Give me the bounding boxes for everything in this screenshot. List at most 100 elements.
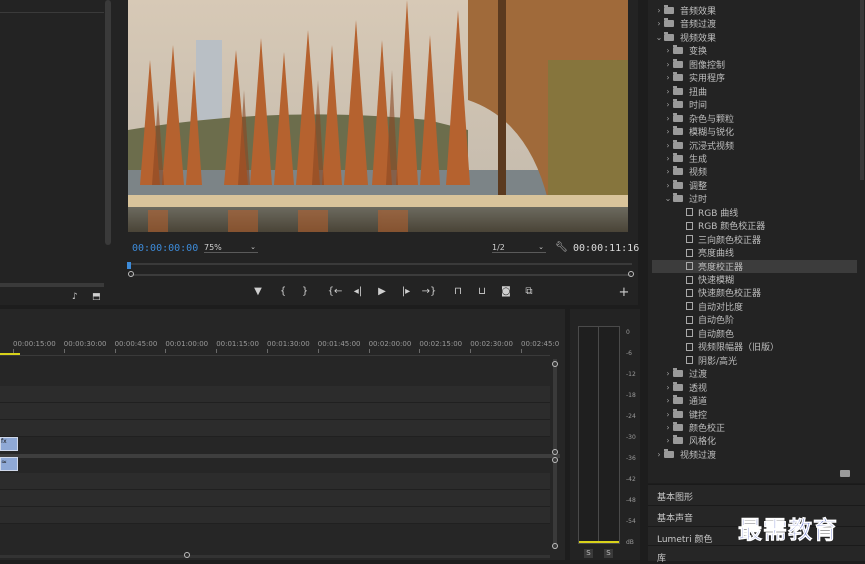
current-timecode[interactable]: 00:00:00:00 [132,243,198,254]
chevron-right-icon[interactable]: › [663,60,673,69]
video-track[interactable] [0,403,550,420]
effect-item[interactable]: 自动色阶 [652,313,857,326]
effects-folder[interactable]: › 视频过渡 [652,448,857,461]
h-scrollbar[interactable] [0,555,550,558]
effect-item[interactable]: 自动对比度 [652,300,857,313]
video-track[interactable] [0,386,550,403]
effects-scrollbar[interactable] [860,0,864,180]
effects-folder[interactable]: › 杂色与颗粒 [652,112,857,125]
effect-item[interactable]: 亮度校正器 [652,259,857,273]
effects-folder[interactable]: ⌄ 过时 [652,192,857,205]
mark-out-button[interactable]: } [296,286,314,297]
solo-right-button[interactable]: S [604,549,613,558]
lift-button[interactable]: ⊓ [449,286,467,297]
export-frame-button[interactable]: ◙ [497,286,515,297]
effects-folder[interactable]: › 变换 [652,44,857,57]
effects-folder[interactable]: ⌄ 视频效果 [652,31,857,44]
go-to-in-button[interactable]: {← [326,286,344,297]
zoom-select[interactable]: 75% ⌄ [204,243,258,253]
effects-folder[interactable]: › 透视 [652,381,857,394]
resolution-select[interactable]: 1/2 ⌄ [492,243,546,253]
effects-folder[interactable]: › 过渡 [652,367,857,380]
effect-item[interactable]: 亮度曲线 [652,246,857,259]
chevron-right-icon[interactable]: › [663,167,673,176]
panel-essential-graphics[interactable]: 基本图形 [648,484,865,505]
go-to-out-button[interactable]: →} [420,286,438,297]
h-scrollbar[interactable] [0,283,104,287]
scroll-handle[interactable] [552,543,558,549]
chevron-right-icon[interactable]: › [654,19,664,28]
chevron-right-icon[interactable]: › [663,154,673,163]
scroll-handle[interactable] [552,449,558,455]
music-icon[interactable]: ♪ [72,292,78,302]
effects-folder[interactable]: › 时间 [652,98,857,111]
chevron-right-icon[interactable]: › [663,383,673,392]
play-button[interactable]: ▶ [373,286,391,297]
effects-folder[interactable]: › 扭曲 [652,85,857,98]
effect-item[interactable]: RGB 颜色校正器 [652,219,857,232]
effects-folder[interactable]: › 颜色校正 [652,421,857,434]
effect-item[interactable]: 快速颜色校正器 [652,286,857,299]
chevron-right-icon[interactable]: › [663,410,673,419]
new-bin-icon[interactable] [840,470,850,477]
audio-track[interactable] [0,507,550,524]
chevron-down-icon[interactable]: ⌄ [654,33,664,42]
effect-item[interactable]: 快速模糊 [652,273,857,286]
scroll-handle[interactable] [552,457,558,463]
audio-clip[interactable]: ≈ [0,457,18,471]
scrollbar[interactable] [105,0,111,245]
wrench-icon[interactable]: 🔧︎ [555,242,568,253]
zoom-handle-left[interactable] [128,271,134,277]
chevron-right-icon[interactable]: › [663,141,673,150]
solo-left-button[interactable]: S [584,549,593,558]
audio-track[interactable] [0,473,550,490]
chevron-right-icon[interactable]: › [663,73,673,82]
step-back-button[interactable]: ◂| [349,286,367,297]
step-forward-button[interactable]: |▸ [397,286,415,297]
effect-item[interactable]: 阴影/高光 [652,354,857,367]
effects-folder[interactable]: › 键控 [652,408,857,421]
effects-folder[interactable]: › 音频过渡 [652,17,857,30]
import-icon[interactable]: ⬒ [92,292,101,302]
effects-folder[interactable]: › 调整 [652,179,857,192]
h-scroll-handle[interactable] [184,552,190,558]
zoom-handle-right[interactable] [628,271,634,277]
chevron-right-icon[interactable]: › [663,396,673,405]
effects-folder[interactable]: › 生成 [652,152,857,165]
effects-folder[interactable]: › 实用程序 [652,71,857,84]
effects-folder[interactable]: › 风格化 [652,434,857,447]
chevron-right-icon[interactable]: › [663,423,673,432]
effect-item[interactable]: 自动颜色 [652,327,857,340]
chevron-right-icon[interactable]: › [663,114,673,123]
effect-item[interactable]: 三向颜色校正器 [652,233,857,246]
effects-folder[interactable]: › 模糊与锐化 [652,125,857,138]
chevron-right-icon[interactable]: › [654,6,664,15]
effect-item[interactable]: RGB 曲线 [652,206,857,219]
chevron-down-icon[interactable]: ⌄ [663,194,673,203]
effects-folder[interactable]: › 沉浸式视频 [652,139,857,152]
effects-folder[interactable]: › 音频效果 [652,4,857,17]
chevron-right-icon[interactable]: › [663,100,673,109]
chevron-right-icon[interactable]: › [663,87,673,96]
effects-folder[interactable]: › 图像控制 [652,58,857,71]
effect-item[interactable]: 视频限幅器（旧版） [652,340,857,353]
effects-folder[interactable]: › 通道 [652,394,857,407]
chevron-right-icon[interactable]: › [663,181,673,190]
time-ruler[interactable] [128,263,632,265]
add-marker-button[interactable]: ▼ [249,286,267,297]
zoom-scrollbar[interactable] [131,274,631,276]
button-editor-button[interactable]: + [615,285,633,300]
extract-button[interactable]: ⊔ [473,286,491,297]
chevron-right-icon[interactable]: › [663,46,673,55]
mark-in-button[interactable]: { [274,286,292,297]
scroll-handle[interactable] [552,361,558,367]
track-divider[interactable] [0,454,560,458]
video-clip[interactable]: fx [0,437,18,451]
video-track[interactable] [0,420,550,437]
chevron-right-icon[interactable]: › [663,436,673,445]
effects-folder[interactable]: › 视频 [652,165,857,178]
audio-track[interactable] [0,490,550,507]
chevron-right-icon[interactable]: › [663,127,673,136]
compare-view-button[interactable]: ⧉ [520,286,538,297]
playhead[interactable] [127,262,131,269]
